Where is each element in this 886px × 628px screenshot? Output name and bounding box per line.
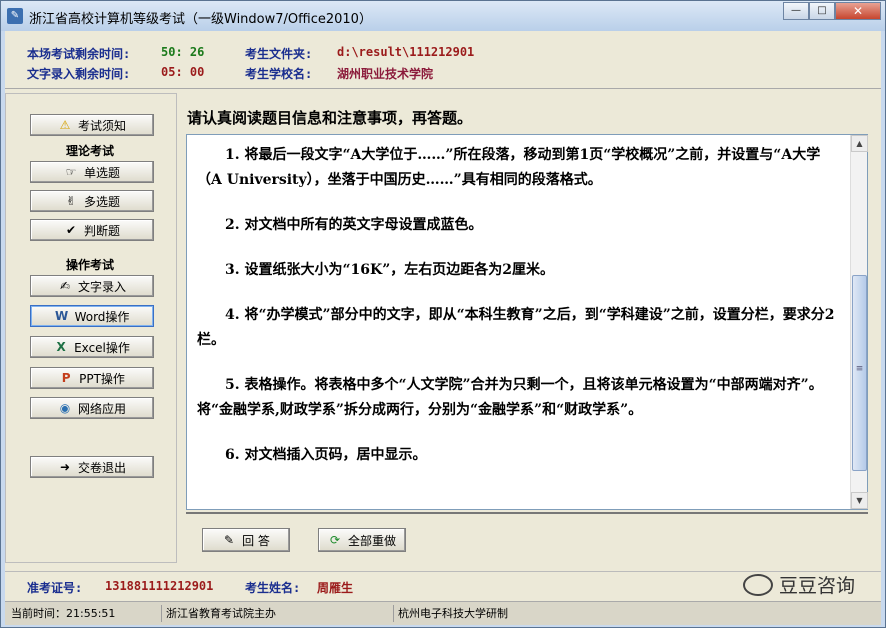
name-value: 周雁生 bbox=[317, 581, 354, 595]
theory-title: 理论考试 bbox=[66, 144, 115, 158]
client-area: 本场考试剩余时间: 50: 26 文字录入剩余时间: 05: 00 考生文件夹:… bbox=[5, 31, 881, 625]
word-label: Word操作 bbox=[74, 309, 130, 324]
folder-value: d:\result\111212901 bbox=[337, 45, 475, 59]
question-4: 4. 将“办学模式”部分中的文字，即从“本科生教育”之后，到“学科建设”之前，设… bbox=[197, 307, 835, 348]
app-icon: ✎ bbox=[7, 8, 23, 24]
main-header: 请认真阅读题目信息和注意事项，再答题。 bbox=[187, 109, 473, 127]
single-choice-label: 单选题 bbox=[83, 165, 120, 180]
question-content: 1. 将最后一段文字“A大学位于……”所在段落，移动到第1页“学校概况”之前，并… bbox=[197, 143, 839, 488]
answer-button[interactable]: ✎ 回 答 bbox=[202, 528, 290, 552]
action-bar: ✎ 回 答 ⟳ 全部重做 bbox=[186, 512, 868, 560]
title-bar: ✎ 浙江省高校计算机等级考试（一级Window7/Office2010） — □… bbox=[1, 1, 885, 31]
scroll-up-icon[interactable]: ▲ bbox=[851, 135, 868, 152]
network-icon: ◉ bbox=[59, 401, 71, 415]
question-1: 1. 将最后一段文字“A大学位于……”所在段落，移动到第1页“学校概况”之前，并… bbox=[197, 147, 821, 188]
status-bar: 当前时间：21:55:51 浙江省教育考试院主办 杭州电子科技大学研制 bbox=[5, 601, 881, 625]
check-icon: ✔ bbox=[65, 223, 77, 237]
status-host: 浙江省教育考试院主办 bbox=[161, 605, 391, 622]
watermark: 豆豆咨询 bbox=[742, 571, 855, 598]
judge-label: 判断题 bbox=[83, 223, 120, 238]
refresh-icon: ⟳ bbox=[329, 533, 341, 547]
word-button[interactable]: W Word操作 bbox=[30, 305, 154, 327]
exam-time-label: 本场考试剩余时间: bbox=[27, 47, 131, 61]
info-bar: 本场考试剩余时间: 50: 26 文字录入剩余时间: 05: 00 考生文件夹:… bbox=[5, 31, 881, 89]
question-box[interactable]: 1. 将最后一段文字“A大学位于……”所在段落，移动到第1页“学校概况”之前，并… bbox=[186, 134, 868, 510]
redo-all-button[interactable]: ⟳ 全部重做 bbox=[318, 528, 406, 552]
app-window: ✎ 浙江省高校计算机等级考试（一级Window7/Office2010） — □… bbox=[0, 0, 886, 628]
excel-label: Excel操作 bbox=[74, 340, 130, 355]
document-edit-icon: ✍ bbox=[59, 279, 71, 293]
typing-time-value: 05: 00 bbox=[161, 65, 205, 79]
excel-button[interactable]: X Excel操作 bbox=[30, 336, 154, 358]
network-label: 网络应用 bbox=[77, 401, 126, 416]
status-time: 当前时间：21:55:51 bbox=[11, 607, 116, 620]
exit-icon: ➜ bbox=[59, 460, 71, 474]
word-icon: W bbox=[54, 309, 69, 323]
minimize-button[interactable]: — bbox=[783, 2, 809, 20]
vertical-scrollbar[interactable]: ▲ ≡ ▼ bbox=[850, 135, 868, 509]
multi-choice-button[interactable]: ✌ 多选题 bbox=[30, 190, 154, 212]
pointer-icon: ☞ bbox=[65, 165, 77, 179]
warning-icon: ⚠ bbox=[59, 118, 71, 132]
submit-exit-button[interactable]: ➜ 交卷退出 bbox=[30, 456, 154, 478]
answer-icon: ✎ bbox=[224, 533, 235, 547]
chat-bubble-icon bbox=[742, 573, 773, 596]
question-6: 6. 对文档插入页码，居中显示。 bbox=[225, 447, 427, 463]
status-developer: 杭州电子科技大学研制 bbox=[393, 605, 693, 622]
ppt-label: PPT操作 bbox=[79, 371, 125, 386]
judge-button[interactable]: ✔ 判断题 bbox=[30, 219, 154, 241]
notice-button[interactable]: ⚠ 考试须知 bbox=[30, 114, 154, 136]
ppt-icon: P bbox=[61, 371, 71, 385]
question-3: 3. 设置纸张大小为“16K”，左右页边距各为2厘米。 bbox=[225, 262, 554, 278]
close-button[interactable]: ✕ bbox=[835, 2, 881, 20]
folder-label: 考生文件夹: bbox=[245, 47, 313, 61]
maximize-button[interactable]: □ bbox=[809, 2, 835, 20]
redo-all-label: 全部重做 bbox=[347, 533, 396, 548]
watermark-text: 豆豆咨询 bbox=[778, 575, 855, 597]
answer-label: 回 答 bbox=[242, 533, 270, 548]
scroll-thumb[interactable]: ≡ bbox=[852, 275, 867, 471]
ppt-button[interactable]: P PPT操作 bbox=[30, 367, 154, 389]
single-choice-button[interactable]: ☞ 单选题 bbox=[30, 161, 154, 183]
id-label: 准考证号: bbox=[27, 581, 83, 595]
question-2: 2. 对文档中所有的英文字母设置成蓝色。 bbox=[225, 217, 483, 233]
typing-label: 文字录入 bbox=[77, 279, 126, 294]
window-title: 浙江省高校计算机等级考试（一级Window7/Office2010） bbox=[29, 12, 372, 27]
operation-title: 操作考试 bbox=[66, 258, 115, 272]
typing-time-label: 文字录入剩余时间: bbox=[27, 67, 131, 81]
submit-exit-label: 交卷退出 bbox=[77, 460, 126, 475]
school-value: 湖州职业技术学院 bbox=[337, 67, 434, 81]
scroll-down-icon[interactable]: ▼ bbox=[851, 492, 868, 509]
multi-choice-label: 多选题 bbox=[83, 194, 120, 209]
network-button[interactable]: ◉ 网络应用 bbox=[30, 397, 154, 419]
notice-label: 考试须知 bbox=[77, 118, 126, 133]
id-value: 131881111212901 bbox=[105, 579, 214, 593]
exam-time-value: 50: 26 bbox=[161, 45, 205, 59]
left-panel: ⚠ 考试须知 理论考试 ☞ 单选题 ✌ 多选题 ✔ 判断题 操作考试 ✍ 文字录入 W Wo… bbox=[5, 93, 177, 563]
school-label: 考生学校名: bbox=[245, 67, 313, 81]
question-5: 5. 表格操作。将表格中多个“人文学院”合并为只剩一个，且将该单元格设置为“中部… bbox=[197, 377, 823, 418]
excel-icon: X bbox=[56, 340, 66, 354]
multi-pointer-icon: ✌ bbox=[65, 194, 77, 208]
name-label: 考生姓名: bbox=[245, 581, 301, 595]
typing-button[interactable]: ✍ 文字录入 bbox=[30, 275, 154, 297]
